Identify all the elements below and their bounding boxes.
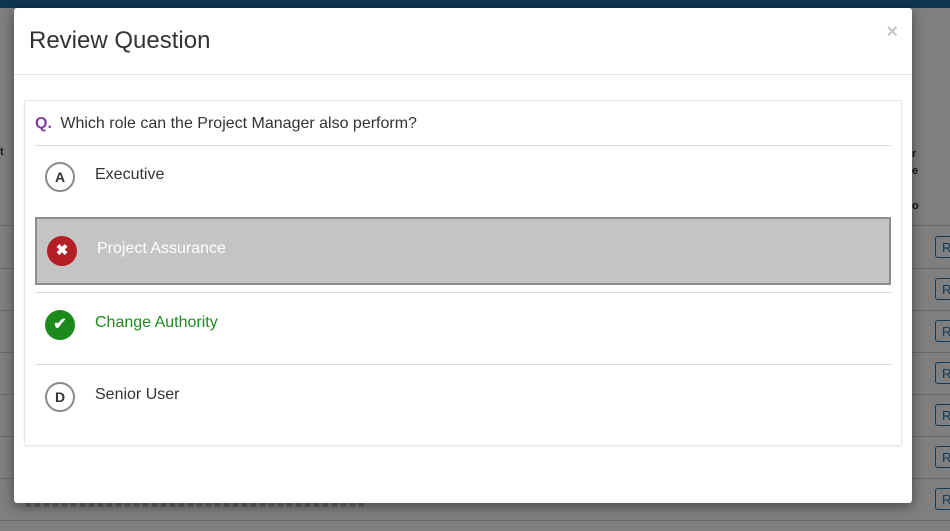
divider [35, 292, 891, 293]
option-d[interactable]: D Senior User [35, 377, 891, 421]
option-label: Change Authority [95, 314, 218, 331]
question-prefix: Q. [35, 115, 52, 132]
option-label: Senior User [95, 386, 180, 403]
divider [35, 145, 891, 146]
correct-answer-icon: ✔ [45, 310, 75, 340]
question-card: Q. Which role can the Project Manager al… [24, 100, 902, 446]
modal-header: Review Question × [14, 8, 912, 75]
review-question-modal: Review Question × Q. Which role can the … [14, 8, 912, 503]
question-text: Which role can the Project Manager also … [60, 115, 417, 132]
option-b-selected-wrong[interactable]: ✖ Project Assurance [35, 217, 891, 285]
wrong-answer-icon: ✖ [47, 236, 77, 266]
option-letter-badge: D [45, 382, 75, 412]
option-label: Project Assurance [97, 240, 226, 257]
option-letter-badge: A [45, 162, 75, 192]
question-text-line: Q. Which role can the Project Manager al… [35, 115, 417, 133]
option-c-correct[interactable]: ✔ Change Authority [35, 305, 891, 349]
option-label: Executive [95, 166, 165, 183]
modal-title: Review Question [29, 27, 211, 54]
divider [35, 364, 891, 365]
option-a[interactable]: A Executive [35, 157, 891, 201]
close-icon[interactable]: × [886, 22, 898, 42]
